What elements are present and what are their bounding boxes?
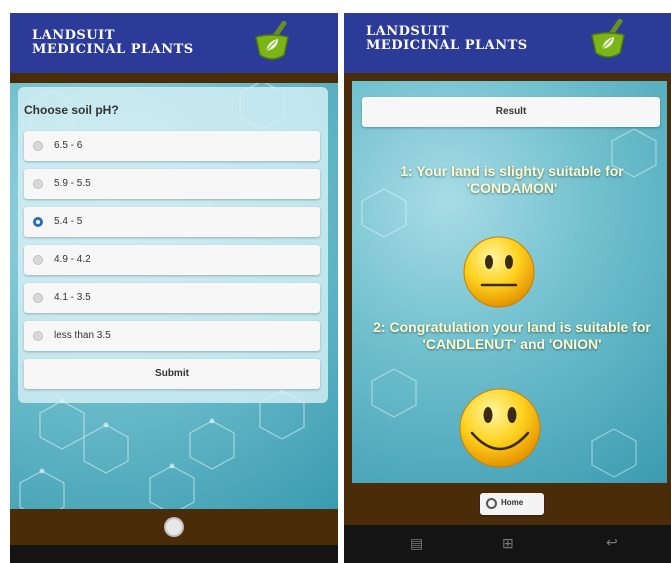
option-4-9-to-4-2[interactable]: 4.9 - 4.2 [24,245,320,275]
neutral-face-icon [463,236,535,308]
system-nav-bar: ▤ ⊞ ↩ [344,525,671,563]
home-icon[interactable] [166,519,182,535]
option-5-4-to-5[interactable]: 5.4 - 5 [24,207,320,237]
mortar-pestle-leaf-icon [255,20,289,60]
radio-button[interactable] [33,255,43,265]
recent-apps-icon[interactable]: ▤ [410,535,423,552]
home-button-label: Home [501,498,524,507]
result-message-1: 1: Your land is slighty suitable for 'CO… [400,163,624,196]
app-footer [10,509,338,545]
radio-button[interactable] [33,179,43,189]
header-divider [10,73,338,83]
submit-button[interactable]: Submit [24,359,320,389]
app-header: LANDSUIT MEDICINAL PLANTS [10,13,338,73]
option-5-9-to-5-5[interactable]: 5.9 - 5.5 [24,169,320,199]
radio-button[interactable] [33,141,43,151]
smiling-face-icon [459,388,541,468]
radio-button[interactable] [33,293,43,303]
option-label: 4.1 - 3.5 [54,292,91,303]
home-icon [486,498,497,509]
quiz-screen: LANDSUIT MEDICINAL PLANTS Choose soil pH… [10,13,338,563]
option-6-5-to-6[interactable]: 6.5 - 6 [24,131,320,161]
option-4-1-to-3-5[interactable]: 4.1 - 3.5 [24,283,320,313]
radio-button[interactable] [33,331,43,341]
question-text: Choose soil pH? [24,103,119,117]
result-screen: LANDSUIT MEDICINAL PLANTS Result 1: Your… [344,13,671,563]
quiz-card: Choose soil pH? 6.5 - 6 5.9 - 5.5 5.4 - … [18,87,328,403]
qr-scan-icon[interactable]: ⊞ [502,535,514,552]
radio-button-selected[interactable] [33,217,43,227]
home-button[interactable]: Home [480,493,544,515]
app-header: LANDSUIT MEDICINAL PLANTS [344,13,671,73]
system-nav-bar [10,545,338,563]
app-title: LANDSUIT MEDICINAL PLANTS [366,24,528,53]
option-label: 5.4 - 5 [54,216,83,227]
app-title: LANDSUIT MEDICINAL PLANTS [32,28,194,57]
back-icon[interactable]: ↩ [606,534,618,551]
option-label: 6.5 - 6 [54,140,83,151]
result-message-2: 2: Congratulation your land is suitable … [373,319,651,352]
option-label: 4.9 - 4.2 [54,254,91,265]
option-less-than-3-5[interactable]: less than 3.5 [24,321,320,351]
pattern-background: Choose soil pH? 6.5 - 6 5.9 - 5.5 5.4 - … [10,83,338,509]
mortar-pestle-leaf-icon [591,18,625,58]
result-heading: Result [362,97,660,127]
option-label: less than 3.5 [54,330,111,341]
option-label: 5.9 - 5.5 [54,178,91,189]
header-divider [344,73,671,81]
